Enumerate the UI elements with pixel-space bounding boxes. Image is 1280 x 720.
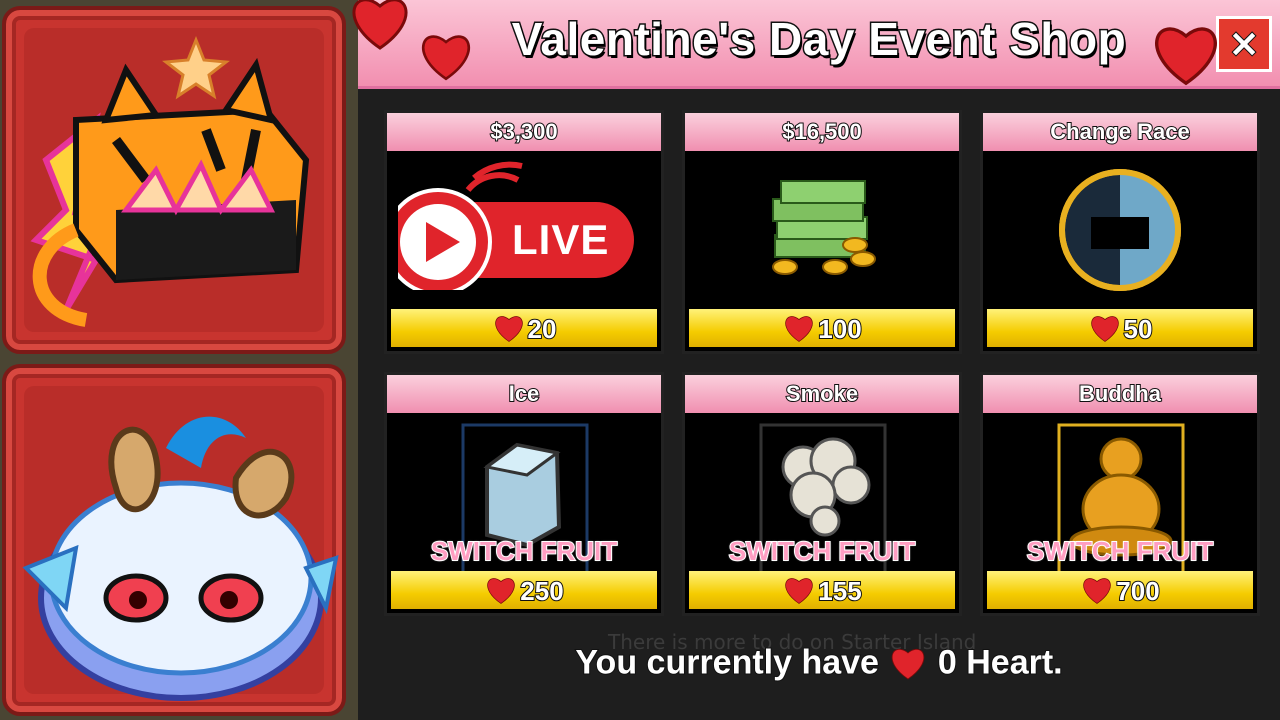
switch-fruit-tag: SWITCH FRUIT: [430, 535, 618, 567]
money-stack-icon: [772, 180, 876, 275]
heart-icon: [785, 316, 813, 343]
live-label: LIVE: [512, 216, 610, 263]
heart-icon: [1155, 27, 1217, 86]
item-price: 250: [519, 575, 564, 607]
switch-fruit-tag: SWITCH FRUIT: [1026, 535, 1214, 567]
tiger-fruit-icon: [30, 35, 310, 327]
buy-button[interactable]: 100: [689, 309, 955, 347]
buy-button[interactable]: 700: [987, 571, 1253, 609]
item-name: Change Race: [983, 113, 1257, 151]
item-price: 100: [817, 313, 862, 345]
item-name: $3,300: [387, 113, 661, 151]
event-shop-panel: There is more to do on Starter Island Va…: [352, 0, 1280, 720]
money-stack-art: [685, 155, 959, 303]
heart-icon: [1083, 578, 1111, 605]
shop-item-card[interactable]: Smoke SWITCH FRUIT 155: [682, 372, 962, 616]
item-price: 155: [817, 575, 862, 607]
heart-balance: You currently have 0 Heart.: [358, 642, 1280, 683]
shop-title: Valentine's Day Event Shop: [510, 12, 1127, 67]
kitsune-fruit-tile: [2, 364, 346, 716]
heart-icon: [785, 578, 813, 605]
live-badge: LIVE: [398, 160, 638, 290]
kitsune-fruit-icon: [22, 416, 339, 701]
fruit-showcase: [0, 0, 358, 720]
item-name: Buddha: [983, 375, 1257, 413]
switch-fruit-tag: SWITCH FRUIT: [728, 535, 916, 567]
shop-item-card[interactable]: Buddha SWITCH FRUIT 700: [980, 372, 1260, 616]
balance-prefix: You currently have: [574, 643, 880, 683]
shop-header: Valentine's Day Event Shop ×: [358, 0, 1280, 89]
race-orb-icon: [1059, 169, 1181, 291]
shop-item-card[interactable]: Change Race 50: [980, 110, 1260, 354]
balance-amount: 0 Heart.: [937, 643, 1064, 683]
heart-icon: [892, 648, 925, 680]
buy-button[interactable]: 20: [391, 309, 657, 347]
close-button[interactable]: ×: [1216, 16, 1272, 72]
tiger-fruit-tile: [2, 6, 346, 354]
buy-button[interactable]: 250: [391, 571, 657, 609]
item-price: 20: [527, 313, 558, 345]
heart-icon: [352, 0, 408, 50]
item-name: Ice: [387, 375, 661, 413]
buy-button[interactable]: 155: [689, 571, 955, 609]
heart-icon: [421, 35, 471, 81]
race-orb-art: [983, 155, 1257, 303]
item-price: 700: [1115, 575, 1160, 607]
shop-item-card[interactable]: $16,500 100: [682, 110, 962, 354]
item-name: $16,500: [685, 113, 959, 151]
shop-item-card[interactable]: Ice SWITCH FRUIT 250: [384, 372, 664, 616]
heart-icon: [487, 578, 515, 605]
heart-icon: [494, 316, 523, 343]
close-icon: ×: [1227, 20, 1261, 66]
buy-button[interactable]: 50: [987, 309, 1253, 347]
item-name: Smoke: [685, 375, 959, 413]
item-price: 50: [1123, 313, 1154, 345]
heart-icon: [1090, 316, 1119, 343]
